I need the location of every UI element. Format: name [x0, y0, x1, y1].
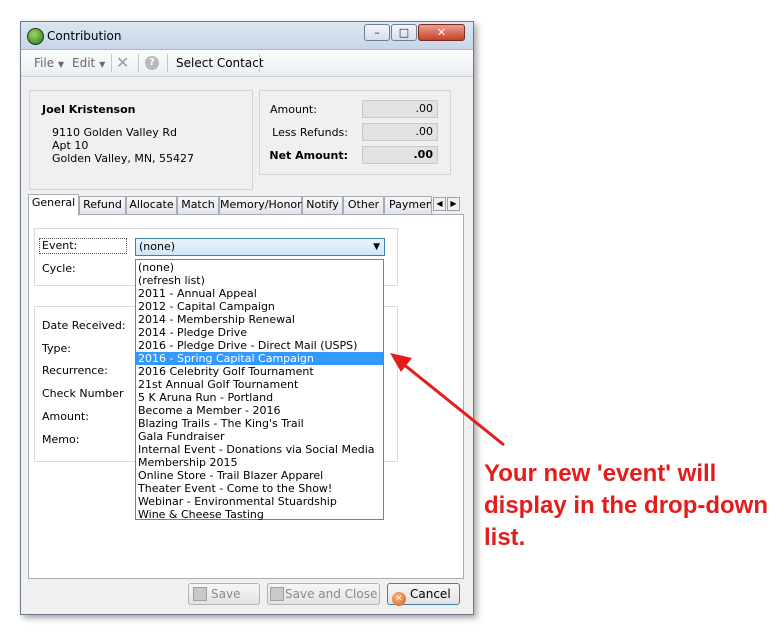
memo-label: Memo:: [42, 433, 80, 446]
chevron-down-icon: ▼: [99, 60, 106, 69]
file-menu[interactable]: File ▼: [34, 56, 64, 70]
event-option[interactable]: Internal Event - Donations via Social Me…: [136, 443, 383, 456]
amount-value: .00: [362, 100, 438, 118]
event-option[interactable]: 2014 - Membership Renewal: [136, 313, 383, 326]
floppy-disk-icon: [193, 587, 207, 601]
toolbar-divider: [138, 54, 139, 72]
arrow-line: [401, 361, 505, 447]
event-option[interactable]: (none): [136, 261, 383, 274]
refunds-value: .00: [362, 123, 438, 141]
dropdown-arrow-icon: ▼: [373, 242, 380, 252]
event-option[interactable]: 2016 - Pledge Drive - Direct Mail (USPS): [136, 339, 383, 352]
minimize-icon: –: [374, 26, 380, 39]
chevron-right-icon: ▶: [450, 199, 457, 208]
event-option[interactable]: Webinar - Environmental Stuardship: [136, 495, 383, 508]
delete-button[interactable]: ✕: [116, 53, 130, 72]
event-option[interactable]: 5 K Aruna Run - Portland: [136, 391, 383, 404]
event-dropdown[interactable]: (none) ▼: [135, 238, 385, 256]
cancel-button[interactable]: ✕ Cancel: [387, 583, 460, 606]
event-option[interactable]: Blazing Trails - The King's Trail: [136, 417, 383, 430]
toolbar-divider: [111, 54, 112, 72]
maximize-button[interactable]: □: [391, 24, 417, 41]
check-number-label: Check Number: [42, 387, 124, 400]
window-title: Contribution: [47, 29, 122, 43]
chevron-down-icon: ▼: [57, 60, 65, 69]
event-option[interactable]: 2016 - Spring Capital Campaign: [136, 352, 383, 365]
close-icon: ✕: [436, 26, 447, 39]
save-and-close-button[interactable]: Save and Close: [267, 583, 380, 605]
tab-other[interactable]: Other: [343, 196, 384, 214]
tab-scroll-left-button[interactable]: ◀: [433, 197, 446, 211]
toolbar: File ▼ Edit ▼ ✕ ? Select Contact: [21, 50, 473, 77]
edit-menu-label: Edit: [72, 56, 96, 70]
cancel-icon: ✕: [392, 592, 406, 606]
event-option[interactable]: Gala Fundraiser: [136, 430, 383, 443]
contact-name: Joel Kristenson: [42, 103, 136, 116]
toolbar-divider: [167, 54, 168, 72]
tab-allocate[interactable]: Allocate: [126, 196, 177, 214]
tab-notify[interactable]: Notify: [302, 196, 343, 214]
tab-refund[interactable]: Refund: [79, 196, 126, 214]
tab-payment[interactable]: Payment: [384, 196, 432, 214]
event-option[interactable]: Theater Event - Come to the Show!: [136, 482, 383, 495]
annotation-arrow: [390, 353, 505, 447]
address-line-1: 9110 Golden Valley Rd: [52, 126, 177, 139]
event-option[interactable]: Online Store - Trail Blazer Apparel: [136, 469, 383, 482]
minimize-button[interactable]: –: [364, 24, 390, 41]
save-button[interactable]: Save: [188, 583, 260, 605]
tab-general[interactable]: General: [28, 194, 79, 216]
maximize-icon: □: [398, 26, 410, 39]
event-option[interactable]: 2011 - Annual Appeal: [136, 287, 383, 300]
tab-memory-honor[interactable]: Memory/Honor: [219, 196, 302, 214]
event-option[interactable]: 2012 - Capital Campaign: [136, 300, 383, 313]
close-button[interactable]: ✕: [418, 24, 465, 41]
delete-x-icon: ✕: [116, 53, 130, 72]
event-options-list: (none) (refresh list) 2011 - Annual Appeal…: [135, 259, 384, 521]
event-option[interactable]: 2014 - Pledge Drive: [136, 326, 383, 339]
date-received-label: Date Received:: [42, 319, 126, 332]
address-line-3: Golden Valley, MN, 55427: [52, 152, 195, 165]
tab-match[interactable]: Match: [177, 196, 219, 214]
refunds-label: Less Refunds:: [272, 126, 348, 139]
event-option[interactable]: 2016 Celebrity Golf Tournament: [136, 365, 383, 378]
amount-summary-panel: Amount: .00 Less Refunds: .00 Net Amount…: [259, 90, 451, 175]
event-option[interactable]: Wine & Cheese Tasting: [136, 508, 383, 521]
event-option[interactable]: Become a Member - 2016: [136, 404, 383, 417]
amount-label: Amount:: [270, 103, 317, 116]
contribution-window: Contribution – □ ✕ File ▼ Edit ▼ ✕ ? Sel…: [20, 21, 474, 615]
select-contact-button[interactable]: Select Contact: [176, 56, 264, 70]
tab-strip: General Refund Allocate Match Memory/Hon…: [28, 194, 464, 216]
toolbar-divider: [259, 54, 260, 72]
edit-menu[interactable]: Edit ▼: [72, 56, 105, 70]
floppy-disk-icon: [270, 587, 284, 601]
recurrence-label: Recurrence:: [42, 364, 108, 377]
type-label: Type:: [42, 342, 71, 355]
net-amount-label: Net Amount:: [269, 149, 348, 162]
event-option[interactable]: (refresh list): [136, 274, 383, 287]
title-bar[interactable]: Contribution – □ ✕: [21, 22, 473, 50]
help-icon[interactable]: ?: [145, 56, 159, 70]
annotation-text: Your new 'event' will display in the dro…: [484, 460, 768, 551]
cancel-button-label: Cancel: [410, 587, 451, 601]
save-and-close-label: Save and Close: [285, 587, 378, 601]
cycle-label: Cycle:: [42, 262, 76, 275]
address-line-2: Apt 10: [52, 139, 89, 152]
net-amount-value: .00: [362, 146, 438, 164]
event-label: Event:: [39, 238, 127, 254]
chevron-left-icon: ◀: [436, 199, 443, 208]
event-option[interactable]: 21st Annual Golf Tournament: [136, 378, 383, 391]
tab-scroll-right-button[interactable]: ▶: [447, 197, 460, 211]
event-dropdown-value: (none): [139, 240, 176, 253]
app-logo-icon: [27, 28, 44, 45]
event-option[interactable]: Membership 2015: [136, 456, 383, 469]
contact-info-panel: Joel Kristenson 9110 Golden Valley Rd Ap…: [29, 90, 253, 190]
save-button-label: Save: [211, 587, 241, 601]
amount-field-label: Amount:: [42, 410, 89, 423]
file-menu-label: File: [34, 56, 55, 70]
